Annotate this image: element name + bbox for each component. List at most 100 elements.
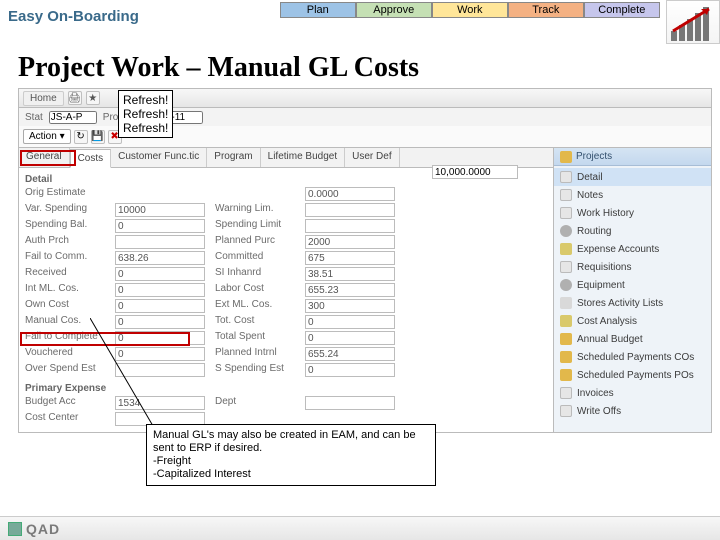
- note-line: sent to ERP if desired.: [153, 442, 429, 455]
- vouchered-field[interactable]: 0: [115, 347, 205, 361]
- phase-plan: Plan: [280, 2, 356, 18]
- right-pane: Projects Detail Notes Work History Routi…: [553, 148, 711, 432]
- phase-bar: Plan Approve Work Track Complete: [280, 2, 660, 18]
- planned-purc-label: Planned Purc: [215, 235, 295, 249]
- annual-budget-icon: [560, 333, 572, 345]
- side-item-label: Cost Analysis: [577, 316, 637, 327]
- spending-limit-field[interactable]: [305, 219, 395, 233]
- left-pane: General Costs Customer Func.tic Program …: [19, 148, 553, 432]
- save-icon[interactable]: 💾: [91, 130, 105, 144]
- cost-center-label: Cost Center: [25, 412, 105, 426]
- fail-complete-field[interactable]: 0: [115, 331, 205, 345]
- side-panel-title[interactable]: Projects: [554, 148, 711, 166]
- footer: QAD: [0, 516, 720, 540]
- ext-ml-cost-field[interactable]: 300: [305, 299, 395, 313]
- app-area: Refresh! Refresh! Refresh! Home 🖨 ★ Stat…: [18, 88, 712, 433]
- dept-label: Dept: [215, 396, 295, 410]
- planned-intrnl-field[interactable]: 655.24: [305, 347, 395, 361]
- side-item-cost-analysis[interactable]: Cost Analysis: [554, 312, 711, 330]
- budget-acc-label: Budget Acc: [25, 396, 105, 410]
- spending-bal-field[interactable]: 0: [115, 219, 205, 233]
- side-item-label: Work History: [577, 208, 634, 219]
- sspending-est-label: S Spending Est: [215, 363, 295, 377]
- side-item-notes[interactable]: Notes: [554, 186, 711, 204]
- manual-cost-field[interactable]: 0: [115, 315, 205, 329]
- orig-estimate-far-field[interactable]: 10,000.0000: [432, 165, 518, 179]
- phase-approve: Approve: [356, 2, 432, 18]
- notes-icon: [560, 189, 572, 201]
- planned-purc-field[interactable]: 2000: [305, 235, 395, 249]
- side-item-label: Equipment: [577, 280, 625, 291]
- home-button[interactable]: Home: [23, 91, 64, 106]
- primary-expense-heading: Primary Expense: [25, 383, 105, 394]
- tot-cost-field[interactable]: 0: [305, 315, 395, 329]
- own-cost-label: Own Cost: [25, 299, 105, 313]
- detail-icon: [560, 171, 572, 183]
- tab-lifetime[interactable]: Lifetime Budget: [261, 148, 346, 167]
- folder-icon: [560, 151, 572, 163]
- si-inhand-field[interactable]: 38.51: [305, 267, 395, 281]
- tab-customer[interactable]: Customer Func.tic: [111, 148, 207, 167]
- warning-lim-label: Warning Lim.: [215, 203, 295, 217]
- stat-label: Stat: [25, 112, 43, 123]
- phase-work: Work: [432, 2, 508, 18]
- tab-costs[interactable]: Costs: [70, 149, 112, 168]
- side-item-invoices[interactable]: Invoices: [554, 384, 711, 402]
- int-ml-cost-field[interactable]: 0: [115, 283, 205, 297]
- orig-estimate-label: Orig Estimate: [25, 187, 105, 201]
- refresh-icon[interactable]: ↻: [74, 130, 88, 144]
- tab-userdef[interactable]: User Def: [345, 148, 399, 167]
- tot-cost-label: Tot. Cost: [215, 315, 295, 329]
- print-icon[interactable]: 🖨: [68, 91, 82, 105]
- own-cost-field[interactable]: 0: [115, 299, 205, 313]
- side-item-label: Annual Budget: [577, 334, 643, 345]
- requisitions-icon: [560, 261, 572, 273]
- budget-acc-field[interactable]: 1534: [115, 396, 205, 410]
- side-item-label: Routing: [577, 226, 611, 237]
- side-item-equipment[interactable]: Equipment: [554, 276, 711, 294]
- over-spend-field[interactable]: [115, 363, 205, 377]
- side-item-label: Scheduled Payments COs: [577, 352, 694, 363]
- side-item-sched-co[interactable]: Scheduled Payments COs: [554, 348, 711, 366]
- cost-analysis-icon: [560, 315, 572, 327]
- side-item-annual-budget[interactable]: Annual Budget: [554, 330, 711, 348]
- side-item-label: Write Offs: [577, 406, 621, 417]
- note-line: -Capitalized Interest: [153, 468, 429, 481]
- committed-field[interactable]: 675: [305, 251, 395, 265]
- orig-estimate-right[interactable]: 0.0000: [305, 187, 395, 201]
- qad-logo-icon: [8, 522, 22, 536]
- action-dropdown[interactable]: Action ▾: [23, 129, 71, 144]
- side-item-label: Requisitions: [577, 262, 631, 273]
- labor-cost-field[interactable]: 655.23: [305, 283, 395, 297]
- side-item-detail[interactable]: Detail: [554, 168, 711, 186]
- equipment-icon: [560, 279, 572, 291]
- tab-general[interactable]: General: [19, 148, 70, 167]
- side-item-requisitions[interactable]: Requisitions: [554, 258, 711, 276]
- dept-field[interactable]: [305, 396, 395, 410]
- star-icon[interactable]: ★: [86, 91, 100, 105]
- planned-intrnl-label: Planned Intrnl: [215, 347, 295, 361]
- var-spending-label: Var. Spending: [25, 203, 105, 217]
- phase-track: Track: [508, 2, 584, 18]
- side-item-writeoffs[interactable]: Write Offs: [554, 402, 711, 420]
- warning-lim-field[interactable]: [305, 203, 395, 217]
- total-spent-field[interactable]: 0: [305, 331, 395, 345]
- sspending-est-field[interactable]: 0: [305, 363, 395, 377]
- side-item-label: Notes: [577, 190, 603, 201]
- side-title-label: Projects: [576, 151, 612, 162]
- side-item-work-history[interactable]: Work History: [554, 204, 711, 222]
- fail-comm-field[interactable]: 638.26: [115, 251, 205, 265]
- spending-limit-label: Spending Limit: [215, 219, 295, 233]
- side-item-routing[interactable]: Routing: [554, 222, 711, 240]
- side-item-expense[interactable]: Expense Accounts: [554, 240, 711, 258]
- stores-icon: [560, 297, 572, 309]
- received-field[interactable]: 0: [115, 267, 205, 281]
- tab-program[interactable]: Program: [207, 148, 260, 167]
- var-spending-field[interactable]: 10000: [115, 203, 205, 217]
- costs-form: Detail Orig Estimate 0.0000 Var. Spendin…: [19, 168, 553, 432]
- auth-prch-field[interactable]: [115, 235, 205, 249]
- side-item-label: Invoices: [577, 388, 614, 399]
- side-item-sched-po[interactable]: Scheduled Payments POs: [554, 366, 711, 384]
- stat-input[interactable]: [49, 111, 97, 124]
- side-item-stores[interactable]: Stores Activity Lists: [554, 294, 711, 312]
